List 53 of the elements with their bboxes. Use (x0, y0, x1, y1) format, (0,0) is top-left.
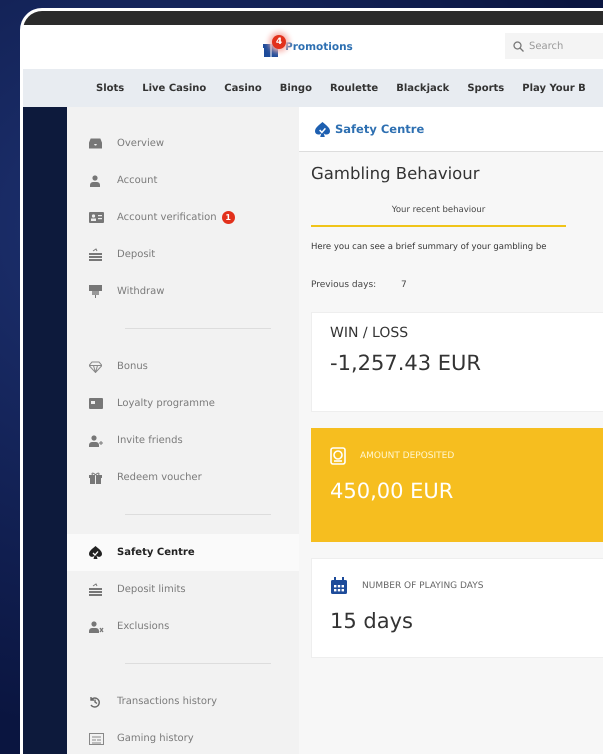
sidebar-item[interactable]: Deposit limits (67, 571, 299, 608)
stat-value: 450,00 EUR (330, 479, 454, 503)
person-icon (89, 174, 101, 186)
calendar-icon (330, 577, 348, 595)
sidebar-item[interactable]: Overview (67, 125, 299, 162)
stat-label: NUMBER OF PLAYING DAYS (362, 581, 484, 591)
nav-link[interactable]: Roulette (320, 82, 388, 94)
sidebar-item[interactable]: Gaming history (67, 720, 299, 754)
sidebar-item[interactable]: Withdraw (67, 273, 299, 310)
sidebar-item[interactable]: Account verification 1 (67, 199, 299, 236)
period-value: 7 (401, 280, 407, 290)
sidebar-item[interactable]: Transactions history (67, 683, 299, 720)
diamond-icon (89, 360, 102, 372)
list-icon (89, 732, 104, 744)
nav-link[interactable]: Play Your B (513, 82, 595, 94)
sidebar-item[interactable]: Exclusions (67, 608, 299, 645)
nav-link[interactable]: Sports (458, 82, 514, 94)
page-title: Gambling Behaviour (311, 164, 481, 183)
search-field[interactable]: Search (505, 33, 603, 59)
card-icon (89, 398, 103, 409)
breadcrumb-title: Safety Centre (335, 122, 424, 136)
period-label: Previous days: (311, 280, 378, 290)
spade-check-icon (315, 122, 330, 136)
stat-value: -1,257.43 EUR (330, 351, 482, 375)
promotions-link[interactable]: 4 Promotions (263, 37, 353, 57)
stat-label: WIN / LOSS (330, 325, 408, 341)
nav-link[interactable]: Bingo (270, 82, 321, 94)
search-icon (513, 41, 524, 52)
notification-badge: 1 (222, 211, 235, 224)
sidebar-item[interactable]: Bonus (67, 348, 299, 385)
nav-link[interactable]: Casino (215, 82, 271, 94)
cash-stack-icon (89, 583, 102, 596)
notification-badge: 4 (272, 35, 286, 49)
cash-stack-icon (89, 248, 102, 261)
stat-value: 15 days (330, 609, 414, 633)
sidebar-item[interactable]: Loyalty programme (67, 385, 299, 422)
history-icon (89, 696, 101, 708)
nav-link[interactable]: Live Casino (133, 82, 216, 94)
person-plus-icon (89, 434, 103, 446)
person-cross-icon (89, 620, 104, 632)
stat-label: AMOUNT DEPOSITED (360, 451, 454, 461)
nav-link[interactable]: Slots (87, 82, 134, 94)
tab[interactable]: Your recent behaviour (311, 205, 566, 227)
sidebar-item[interactable]: Deposit (67, 236, 299, 273)
sidebar-item[interactable]: Redeem voucher (67, 459, 299, 496)
summary-text: Here you can see a brief summary of your gambling be (311, 242, 548, 252)
tray-icon (89, 138, 102, 149)
spade-check-icon (89, 546, 102, 559)
nav-link[interactable]: Blackjack (387, 82, 458, 94)
sidebar-item[interactable]: Safety Centre (67, 534, 302, 571)
sidebar-item[interactable]: Account (67, 162, 299, 199)
sidebar-item[interactable]: Invite friends (67, 422, 299, 459)
id-card-icon (89, 212, 104, 223)
